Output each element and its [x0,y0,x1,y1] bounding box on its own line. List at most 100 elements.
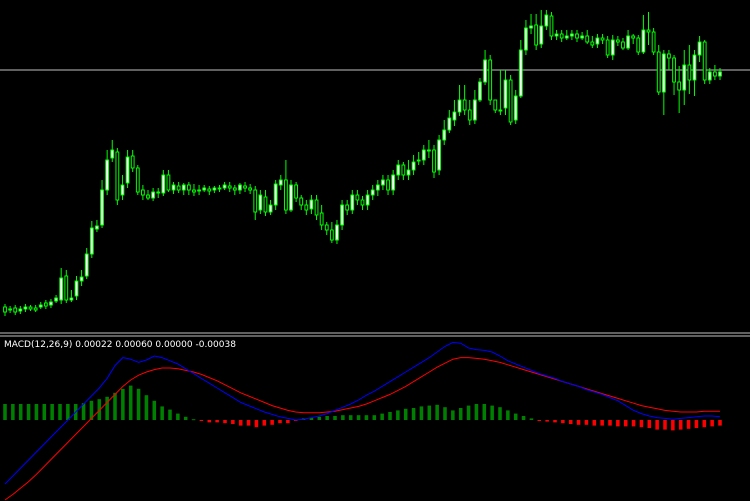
candle-body [447,117,452,131]
candle-body [217,187,222,190]
candle-body [672,57,676,83]
candle-body [350,194,355,211]
macd-histogram-bar [663,420,667,430]
candle-body [600,37,605,41]
candle-body [718,71,722,77]
candle-body [278,179,283,186]
candle-body [130,155,135,169]
macd-histogram-bar [482,404,487,420]
macd-histogram-bar [183,416,188,420]
candle-body [69,297,74,301]
macd-histogram-bar [451,410,455,420]
candle-body [197,189,201,192]
macd-histogram-bar [199,420,204,421]
macd-histogram-bar [616,420,620,427]
candle-body [248,187,253,191]
candle-body [575,33,579,39]
candle-body [23,306,28,310]
candle-body [651,31,656,53]
macd-histogram-bar [702,420,707,428]
candle-body [503,79,508,109]
macd-histogram-bar [411,408,416,420]
candle-body [682,64,687,91]
candle-body [401,164,406,176]
macd-histogram-bar [576,420,581,425]
candle-body [386,179,390,191]
macd-histogram-bar [3,404,7,420]
macd-histogram-bar [215,420,219,423]
macd-histogram-bar [474,404,479,420]
candle-body [176,185,181,191]
macd-histogram-bar [254,420,259,428]
candle-body [340,204,344,226]
candle-body [472,99,477,121]
candle-body [421,149,426,161]
candle-body [258,194,263,211]
candle-body [166,174,171,191]
macd-histogram-bar [113,392,117,420]
candle-body [125,156,130,184]
macd-histogram-bar [521,416,526,420]
candle-body [370,189,375,196]
candle-body [375,184,380,191]
candle-body [3,306,7,313]
macd-histogram-bar [364,415,369,420]
macd-histogram-bar [623,420,628,427]
candle-body [268,204,273,213]
candle-body [181,184,186,191]
macd-histogram-bar [498,407,502,420]
candle-body [687,64,692,81]
candle-body [263,196,268,213]
candle-body [529,25,533,29]
macd-histogram-bar [506,410,510,420]
candle-body [89,227,94,255]
macd-histogram-bar [490,405,494,420]
macd-histogram-bar [671,420,675,431]
candle-body [207,188,212,192]
candle-body [631,35,636,39]
macd-histogram-bar [160,406,164,420]
candle-body [697,41,702,56]
candle-body [426,149,431,152]
candle-body [661,53,666,93]
candle-body [406,169,411,176]
candle-body [442,129,447,141]
candle-body [324,224,329,231]
macd-histogram-bar [694,420,699,428]
candle-body [667,53,671,59]
macd-histogram-bar [11,404,15,420]
candle-body [462,99,467,111]
candle-body [595,37,600,45]
candle-body [544,14,549,27]
candle-body [396,164,401,176]
price-chart [0,0,750,501]
macd-histogram-bar [231,420,235,424]
candle-body [95,225,99,230]
candle-body [416,159,421,162]
candle-body [365,194,370,206]
macd-histogram-bar [686,420,691,429]
candle-body [110,149,115,159]
macd-histogram-bar [317,416,322,420]
candle-body [677,81,682,91]
macd-histogram-bar [191,419,196,421]
macd-histogram-bar [207,420,212,423]
candle-body [329,229,334,241]
macd-histogram-bar [584,420,589,425]
macd-histogram-bar [403,408,408,420]
candle-body [186,184,191,191]
candle-body [569,33,574,37]
candle-body [483,59,487,83]
candle-body [513,95,518,121]
candle-body [115,151,120,201]
candle-body [156,191,161,194]
candle-body [335,224,339,241]
candle-body [590,41,595,46]
candle-body [549,15,554,37]
macd-histogram-bar [388,412,392,420]
candle-body [79,276,84,282]
macd-indicator-label: MACD(12,26,9) 0.00022 0.00060 0.00000 -0… [4,340,236,350]
macd-histogram-bar [372,415,377,420]
candle-body [283,179,288,211]
macd-histogram-bar [466,405,471,420]
